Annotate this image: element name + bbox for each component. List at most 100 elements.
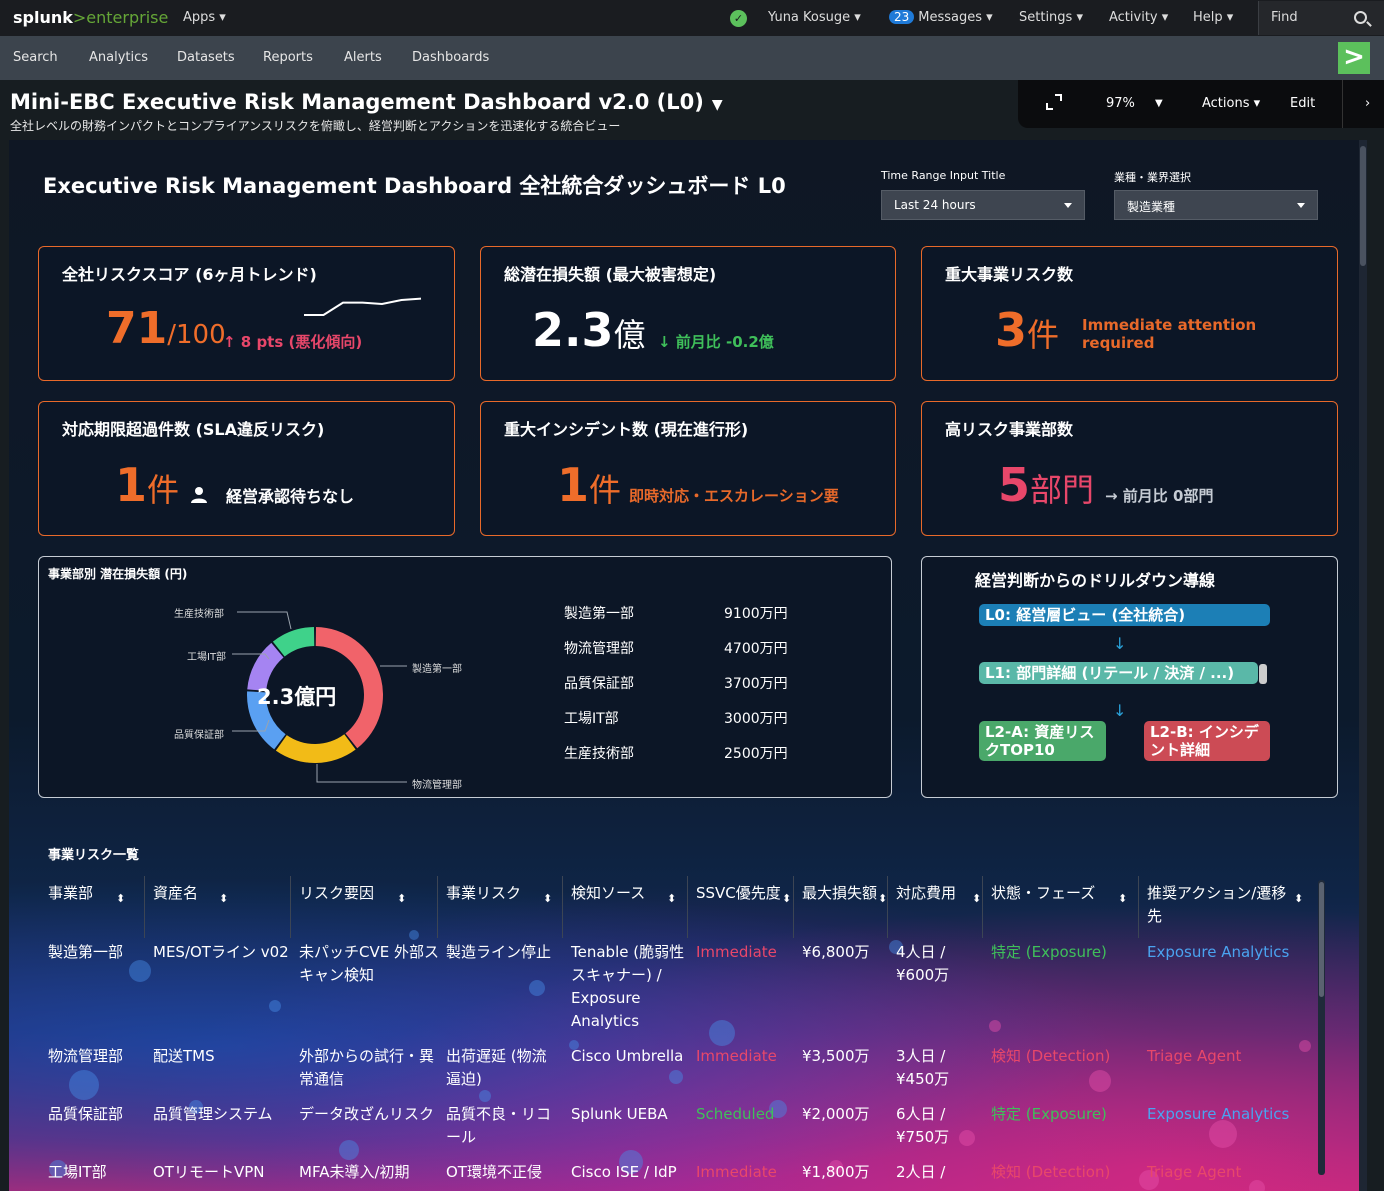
zoom-chevron-icon[interactable]: ▼	[1155, 98, 1163, 109]
high-risk-dept-unit: 部門	[1030, 471, 1095, 509]
high-risk-dept-value: 5	[998, 458, 1031, 512]
table-cell[interactable]: Triage Agent	[1147, 1045, 1297, 1068]
kpi-risk-score-card[interactable]: 全社リスクスコア (6ヶ月トレンド) 71/100 ↑ 8 pts (悪化傾向)	[38, 246, 455, 381]
find-placeholder: Find	[1271, 10, 1298, 25]
decor-dot	[269, 1000, 281, 1012]
sort-icon[interactable]: ⬍	[782, 887, 791, 910]
top-bar: splunk>enterprise Apps ▾ ✓ Yuna Kosuge ▾…	[0, 0, 1384, 36]
kpi-title: 対応期限超過件数 (SLA違反リスク)	[62, 420, 325, 439]
edit-button[interactable]: Edit	[1290, 96, 1315, 111]
column-divider	[437, 876, 438, 938]
sort-icon[interactable]: ⬍	[397, 887, 406, 910]
column-header-label: 資産名	[153, 884, 199, 902]
nav-dashboards[interactable]: Dashboards	[412, 50, 489, 65]
loss-by-dept-panel: 事業部別 潜在損失額 (円) 2.3億円 生産技術部 工場IT部 品質保証部 製…	[38, 556, 892, 798]
sort-icon[interactable]: ⬍	[116, 887, 125, 910]
column-header[interactable]: 対応費用	[896, 882, 981, 905]
column-header[interactable]: 事業リスク	[446, 882, 558, 905]
chevron-down-icon[interactable]: ▼	[712, 97, 723, 113]
major-risk-unit: 件	[1027, 316, 1060, 354]
canvas-scrollbar[interactable]	[1359, 140, 1367, 1191]
settings-menu[interactable]: Settings ▾	[1019, 10, 1083, 25]
sort-icon[interactable]: ⬍	[878, 887, 887, 910]
sort-icon[interactable]: ⬍	[667, 887, 676, 910]
nav-alerts[interactable]: Alerts	[344, 50, 382, 65]
canvas-scroll-thumb[interactable]	[1360, 146, 1366, 266]
nav-search[interactable]: Search	[13, 50, 58, 65]
table-scroll-thumb[interactable]	[1319, 882, 1324, 997]
find-input[interactable]: Find	[1258, 1, 1384, 35]
drill-l2b-button[interactable]: L2-B: インシデント詳細	[1144, 721, 1270, 761]
user-menu[interactable]: Yuna Kosuge ▾	[768, 10, 861, 25]
kpi-loss-card[interactable]: 総潜在損失額 (最大被害想定) 2.3億 ↓ 前月比 -0.2億	[480, 246, 896, 381]
dashboard-title[interactable]: Mini-EBC Executive Risk Management Dashb…	[10, 90, 723, 114]
risk-score-value: 71	[106, 303, 168, 354]
table-cell[interactable]: Exposure Analytics	[1147, 941, 1297, 964]
decor-dot	[1299, 1040, 1311, 1052]
column-header[interactable]: リスク要因	[299, 882, 439, 905]
health-ok-icon[interactable]: ✓	[730, 10, 747, 27]
nav-analytics[interactable]: Analytics	[89, 50, 148, 65]
sla-value: 1	[115, 458, 148, 512]
messages-menu[interactable]: 23 Messages ▾	[889, 10, 993, 25]
sort-icon[interactable]: ⬍	[543, 887, 552, 910]
kpi-incident-card[interactable]: 重大インシデント数 (現在進行形) 1件 即時対応・エスカレーション要	[480, 401, 896, 536]
app-launcher-icon[interactable]: >	[1338, 42, 1370, 74]
search-icon[interactable]	[1354, 11, 1367, 24]
donut-slice[interactable]	[272, 627, 315, 657]
table-cell: ¥1,800万	[802, 1163, 870, 1181]
sort-icon[interactable]: ⬍	[1118, 887, 1127, 910]
kpi-delta: ↓ 前月比 -0.2億	[658, 333, 774, 351]
help-menu[interactable]: Help ▾	[1193, 10, 1233, 25]
drill-l0-button[interactable]: L0: 経営層ビュー (全社統合)	[979, 604, 1270, 626]
table-cell: 製造ライン停止	[446, 943, 552, 961]
table-cell: 検知 (Detection)	[991, 1163, 1111, 1181]
column-header[interactable]: 推奨アクション/遷移先	[1147, 882, 1297, 928]
column-divider	[562, 876, 563, 938]
zoom-level[interactable]: 97%	[1106, 96, 1135, 111]
sla-unit: 件	[147, 471, 180, 509]
major-risk-value: 3	[995, 303, 1028, 357]
table-cell: 配送TMS	[153, 1047, 215, 1065]
table-cell: データ改ざんリスク	[299, 1105, 435, 1123]
column-header[interactable]: 最大損失額	[802, 882, 887, 905]
drill-l1-button[interactable]: L1: 部門詳細 (リテール / 決済 / ...)	[979, 662, 1258, 684]
kpi-major-risk-card[interactable]: 重大事業リスク数 3件 Immediate attention required	[921, 246, 1338, 381]
nav-reports[interactable]: Reports	[263, 50, 313, 65]
sort-icon[interactable]: ⬍	[219, 887, 228, 910]
decor-dot	[669, 1070, 683, 1084]
splunk-logo[interactable]: splunk>enterprise	[13, 8, 168, 27]
leader-line	[316, 764, 407, 783]
kpi-high-risk-dept-card[interactable]: 高リスク事業部数 5部門 → 前月比 0部門	[921, 401, 1338, 536]
chevron-right-icon[interactable]: ›	[1365, 96, 1370, 111]
column-header[interactable]: SSVC優先度	[696, 882, 791, 905]
fullscreen-icon[interactable]	[1046, 94, 1062, 114]
activity-menu[interactable]: Activity ▾	[1109, 10, 1168, 25]
actions-menu[interactable]: Actions ▾	[1202, 96, 1260, 111]
table-cell[interactable]: Triage Agent	[1147, 1161, 1297, 1184]
table-cell: 製造第一部	[48, 943, 124, 961]
drill-l2a-button[interactable]: L2-A: 資産リスクTOP10	[979, 721, 1106, 761]
table-cell: OT環境不正侵	[446, 1163, 542, 1181]
scroll-handle[interactable]	[1259, 664, 1267, 684]
decor-dot	[69, 1070, 99, 1100]
apps-menu[interactable]: Apps ▾	[183, 10, 226, 25]
kpi-sla-card[interactable]: 対応期限超過件数 (SLA違反リスク) 1件 経営承認待ちなし	[38, 401, 455, 536]
column-header-label: 事業リスク	[446, 884, 522, 902]
table-cell: 検知 (Detection)	[991, 1047, 1111, 1065]
sort-icon[interactable]: ⬍	[972, 887, 981, 910]
table-cell: 未パッチCVE 外部スキャン検知	[299, 943, 439, 984]
donut-slice[interactable]	[275, 734, 356, 763]
nav-datasets[interactable]: Datasets	[177, 50, 235, 65]
table-cell[interactable]: Exposure Analytics	[1147, 1103, 1297, 1126]
sort-icon[interactable]: ⬍	[1294, 887, 1303, 910]
decor-dot	[409, 930, 419, 940]
time-range-dropdown[interactable]: Last 24 hours	[881, 190, 1085, 220]
legend-value: 3700万円	[724, 676, 788, 692]
industry-label: 業種・業界選択	[1114, 171, 1191, 184]
decor-dot	[479, 1090, 491, 1102]
industry-dropdown[interactable]: 製造業種	[1114, 190, 1318, 220]
column-divider	[290, 876, 291, 938]
column-divider	[982, 876, 983, 938]
loss-value: 2.3	[532, 303, 614, 357]
